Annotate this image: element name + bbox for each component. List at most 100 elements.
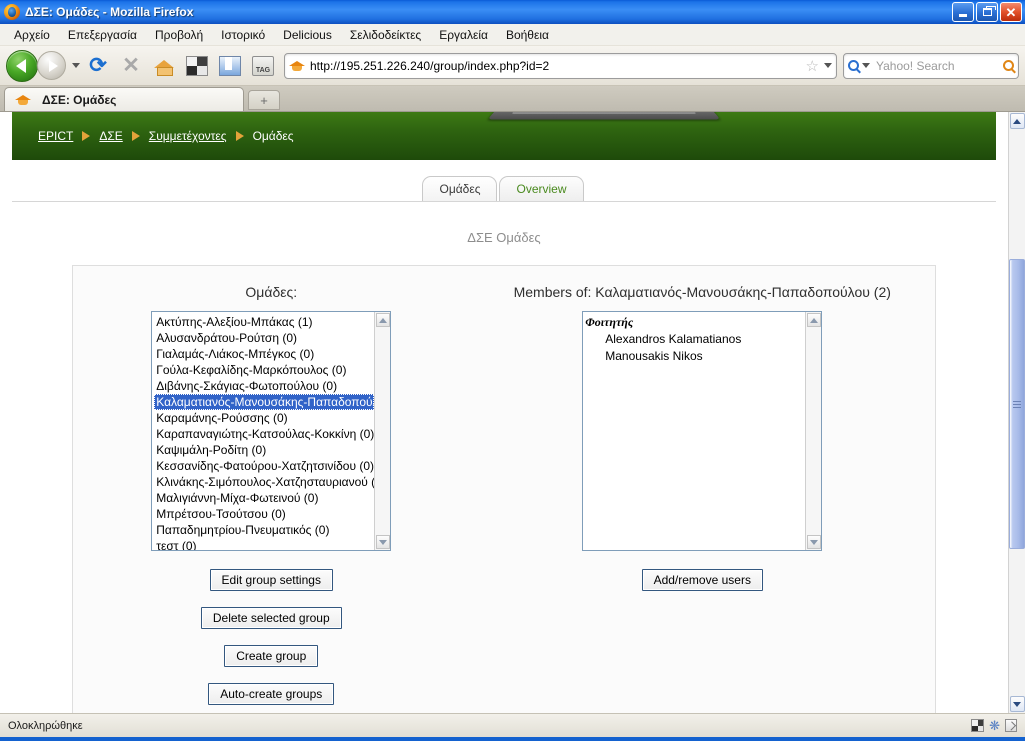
search-icon[interactable] bbox=[848, 60, 859, 71]
breadcrumb: EPICT ΔΣΕ Συμμετέχοντες Ομάδες bbox=[12, 129, 294, 143]
list-item[interactable]: Ακτύπης-Αλεξίου-Μπάκας (1) bbox=[154, 314, 374, 330]
tab-groups[interactable]: Ομάδες bbox=[422, 176, 498, 201]
status-text: Ολοκληρώθηκε bbox=[8, 719, 83, 732]
menu-tools-label: Εργαλεία bbox=[439, 27, 488, 42]
restore-button[interactable] bbox=[976, 2, 998, 22]
list-item[interactable]: τεστ (0) bbox=[154, 538, 374, 550]
firefox-icon bbox=[4, 4, 20, 20]
members-column: Members of: Καλαματιανός-Μανουσάκης-Παπα… bbox=[470, 284, 935, 705]
panel-toggle-icon[interactable] bbox=[971, 719, 985, 732]
list-item[interactable]: Γιαλαμάς-Λιάκος-Μπέγκος (0) bbox=[154, 346, 374, 362]
list-item[interactable]: Γούλα-Κεφαλίδης-Μαρκόπουλος (0) bbox=[154, 362, 374, 378]
groups-list-items: Ακτύπης-Αλεξίου-Μπάκας (1) Αλυσανδράτου-… bbox=[152, 312, 375, 550]
members-listbox[interactable]: Φοιτητής Alexandros Kalamatianos Manousa… bbox=[582, 311, 823, 551]
list-item-selected[interactable]: Καλαματιανός-Μανουσάκης-Παπαδοπούλου (2) bbox=[154, 394, 375, 410]
chevron-up-icon bbox=[378, 317, 387, 323]
url-input[interactable]: http://195.251.226.240/group/index.php?i… bbox=[310, 59, 804, 73]
edit-group-settings-button[interactable]: Edit group settings bbox=[209, 569, 333, 591]
page-scroll-up-button[interactable] bbox=[1009, 113, 1025, 129]
tab-overview[interactable]: Overview bbox=[499, 176, 584, 201]
snowflake-icon[interactable]: ❋ bbox=[989, 719, 1000, 732]
search-input[interactable]: Yahoo! Search bbox=[876, 59, 1003, 73]
chessboard-button[interactable] bbox=[182, 51, 212, 81]
list-item[interactable]: Παπαδημητρίου-Πνευματικός (0) bbox=[154, 522, 374, 538]
list-item[interactable]: Καραμάνης-Ρούσσης (0) bbox=[154, 410, 374, 426]
list-item[interactable]: Διβάνης-Σκάγιας-Φωτοπούλου (0) bbox=[154, 378, 374, 394]
plus-icon: + bbox=[260, 92, 268, 108]
search-go-icon[interactable] bbox=[1003, 60, 1014, 71]
restore-icon bbox=[982, 6, 996, 16]
page-scroll-thumb[interactable] bbox=[1009, 259, 1025, 549]
list-item[interactable]: Μπρέτσου-Τσούτσου (0) bbox=[154, 506, 374, 522]
list-item[interactable]: Κεσσανίδης-Φατούρου-Χατζητσινίδου (0) bbox=[154, 458, 374, 474]
menu-tools[interactable]: Εργαλεία bbox=[431, 26, 496, 44]
back-button[interactable] bbox=[6, 49, 38, 82]
close-button[interactable]: ✕ bbox=[1000, 2, 1022, 22]
scroll-down-button[interactable] bbox=[375, 535, 390, 549]
search-bar[interactable]: Yahoo! Search bbox=[843, 52, 1019, 79]
browser-tabstrip: ΔΣΕ: Ομάδες + bbox=[0, 86, 1025, 112]
breadcrumb-item-course[interactable]: ΔΣΕ bbox=[99, 129, 122, 143]
stop-button[interactable]: ✕ bbox=[116, 51, 146, 81]
list-item[interactable]: Κλινάκης-Σιμόπουλος-Χατζησταυριανού (0) bbox=[154, 474, 374, 490]
new-tab-button[interactable]: + bbox=[248, 90, 280, 110]
auto-create-groups-button[interactable]: Auto-create groups bbox=[208, 683, 335, 705]
groups-list-scrollbar[interactable] bbox=[374, 312, 391, 550]
bookmark-star-icon[interactable]: ☆ bbox=[806, 57, 819, 75]
list-item[interactable]: Καψιμάλη-Ροδίτη (0) bbox=[154, 442, 374, 458]
chevron-down-icon[interactable] bbox=[72, 63, 80, 68]
groups-column: Ομάδες: Ακτύπης-Αλεξίου-Μπάκας (1) Αλυσα… bbox=[73, 284, 470, 705]
list-item[interactable]: Μαλιγιάννη-Μίχα-Φωτεινού (0) bbox=[154, 490, 374, 506]
menu-help-label: Βοήθεια bbox=[505, 27, 549, 42]
breadcrumb-item-groups: Ομάδες bbox=[252, 129, 294, 143]
list-item[interactable]: Αλυσανδράτου-Ρούτση (0) bbox=[154, 330, 374, 346]
scroll-down-button[interactable] bbox=[806, 535, 821, 549]
menu-bookmarks[interactable]: Σελιδοδείκτες bbox=[342, 26, 429, 44]
chevron-down-icon bbox=[1013, 701, 1021, 707]
laptop-banner-image bbox=[487, 112, 721, 120]
minimize-button[interactable] bbox=[952, 2, 974, 22]
menu-edit-label: Επεξεργασία bbox=[67, 27, 137, 42]
menu-delicious[interactable]: Delicious bbox=[275, 26, 340, 44]
reload-button[interactable]: ⟳ bbox=[83, 51, 113, 81]
page-viewport: EPICT ΔΣΕ Συμμετέχοντες Ομάδες Ομάδες Ov… bbox=[0, 112, 1025, 713]
scroll-up-button[interactable] bbox=[806, 313, 821, 327]
menu-bookmarks-label: Σελιδοδείκτες bbox=[349, 27, 422, 42]
groups-buttons: Edit group settings Delete selected grou… bbox=[200, 569, 342, 705]
book-icon bbox=[219, 55, 241, 76]
create-group-button[interactable]: Create group bbox=[224, 645, 319, 667]
groups-listbox[interactable]: Ακτύπης-Αλεξίου-Μπάκας (1) Αλυσανδράτου-… bbox=[151, 311, 392, 551]
breadcrumb-item-epict[interactable]: EPICT bbox=[38, 129, 73, 143]
list-item[interactable]: Alexandros Kalamatianos bbox=[585, 331, 805, 348]
reader-button[interactable] bbox=[215, 51, 245, 81]
forward-button[interactable] bbox=[37, 51, 66, 80]
add-remove-users-button[interactable]: Add/remove users bbox=[641, 569, 763, 591]
forward-arrow-icon bbox=[48, 59, 58, 72]
scroll-up-button[interactable] bbox=[375, 313, 390, 327]
chevron-down-icon bbox=[378, 539, 387, 545]
page-scroll-track[interactable] bbox=[1009, 129, 1025, 696]
shield-icon[interactable] bbox=[1005, 719, 1017, 732]
list-item[interactable]: Manousakis Nikos bbox=[585, 348, 805, 365]
url-dropdown-icon[interactable] bbox=[824, 63, 832, 68]
page-scroll-down-button[interactable] bbox=[1009, 696, 1025, 712]
page-scrollbar[interactable] bbox=[1008, 112, 1025, 713]
tag-button[interactable]: TAG bbox=[248, 51, 278, 81]
url-bar[interactable]: http://195.251.226.240/group/index.php?i… bbox=[284, 52, 837, 79]
list-item[interactable]: Καραπαναγιώτης-Κατσούλας-Κοκκίνη (0) bbox=[154, 426, 374, 442]
home-button[interactable] bbox=[149, 51, 179, 81]
breadcrumb-item-participants[interactable]: Συμμετέχοντες bbox=[149, 129, 227, 143]
menu-history[interactable]: Ιστορικό bbox=[213, 26, 273, 44]
menu-help[interactable]: Βοήθεια bbox=[498, 26, 557, 44]
members-list-scrollbar[interactable] bbox=[805, 312, 822, 550]
menu-file[interactable]: Αρχείο bbox=[6, 26, 58, 44]
delete-selected-group-button[interactable]: Delete selected group bbox=[200, 607, 342, 629]
chessboard-icon bbox=[186, 55, 208, 76]
menu-view[interactable]: Προβολή bbox=[147, 26, 211, 44]
tab-overview-label: Overview bbox=[516, 182, 567, 196]
menu-edit[interactable]: Επεξεργασία bbox=[60, 26, 145, 44]
tab-groups-label: Ομάδες bbox=[439, 182, 481, 196]
search-engine-chevron-icon[interactable] bbox=[862, 63, 870, 68]
browser-tab-active[interactable]: ΔΣΕ: Ομάδες bbox=[4, 87, 244, 111]
tag-icon: TAG bbox=[252, 55, 274, 76]
